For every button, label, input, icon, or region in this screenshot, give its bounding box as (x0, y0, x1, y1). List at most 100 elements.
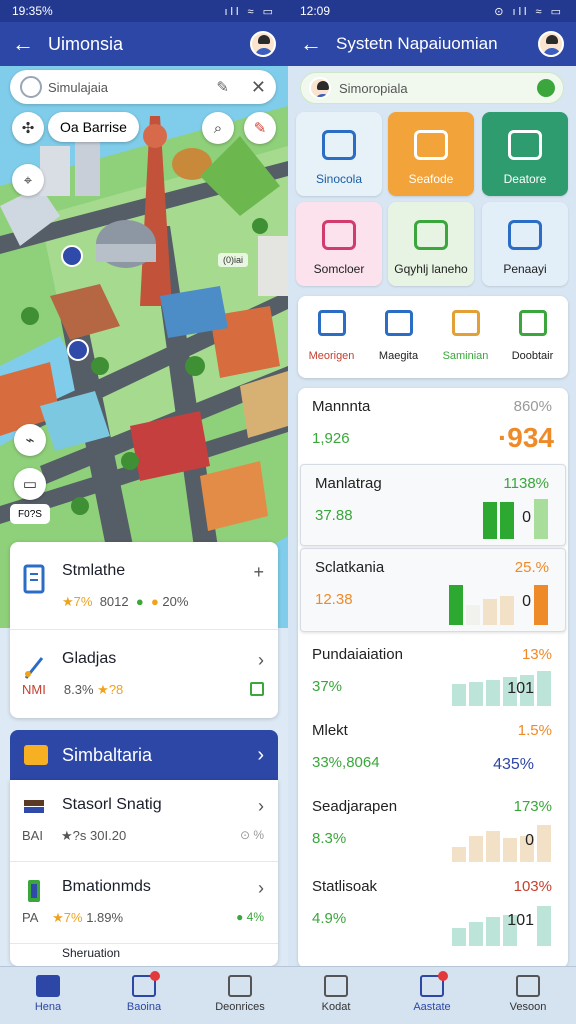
stat-percent: 1138% (503, 475, 549, 492)
mini-bar (486, 831, 500, 862)
map-search-input[interactable]: Simulajaia ✎ ✕ (10, 70, 276, 104)
stat-value: 1,926 (312, 430, 350, 447)
stat-percent: 13% (521, 646, 552, 663)
back-arrow-icon[interactable]: ← (12, 31, 48, 57)
category-row: Meorigen Maegita Saminian Doobtair (298, 296, 568, 378)
mini-bar (537, 825, 551, 862)
tile-2[interactable]: Deatore (482, 112, 568, 196)
mini-bar (452, 684, 466, 706)
chevron-right-icon[interactable]: › (258, 796, 264, 817)
close-icon[interactable]: ✕ (251, 77, 266, 98)
mini-bar (486, 917, 500, 946)
check-icon (250, 682, 264, 696)
category-label: Maegita (378, 350, 419, 362)
nav-label: Vesoon (509, 1001, 547, 1013)
category-item[interactable]: Doobtair (499, 296, 566, 378)
stat-row[interactable]: Statlisoak 103% 4.9% 101 (298, 868, 568, 952)
home-icon (36, 975, 60, 997)
nav-item[interactable]: Baoina (96, 967, 192, 1024)
list-item-meta: PA ★7% 1.89% (22, 910, 124, 925)
right-panel: 12:09 ⊙ ıll ≈ ▭ ← Systetn Napaiuomian Si… (288, 0, 576, 1024)
compass-icon[interactable]: ⌖ (12, 164, 44, 196)
nav-item[interactable]: Kodat (288, 967, 384, 1024)
stat-row[interactable]: Manlatrag 1138% 37.88 0 (300, 464, 566, 546)
search-input[interactable]: Simoropiala (300, 72, 564, 104)
category-item[interactable]: Meorigen (298, 296, 365, 378)
nav-item[interactable]: Vesoon (480, 967, 576, 1024)
tile-1[interactable]: Seafode (388, 112, 474, 196)
tile-label: Gqyhlj laneho (394, 262, 468, 276)
list-item-meta: NMI 8.3% ★?8 (22, 682, 124, 697)
nav-item[interactable]: Deonrices (192, 967, 288, 1024)
bank-icon (322, 220, 356, 250)
stat-percent: 173% (513, 798, 552, 815)
device-icon[interactable]: ▭ (14, 468, 46, 500)
stat-number: 0 (525, 832, 534, 849)
device-icon (508, 220, 542, 250)
mini-bar (534, 499, 548, 539)
pen-icon[interactable]: ✎ (244, 112, 276, 144)
category-item[interactable]: Maegita (365, 296, 432, 378)
bottom-nav: Hena Baoina Deonrices Kodat Aastate Vesoon (0, 966, 576, 1024)
mic-icon[interactable]: ✎ (216, 78, 229, 96)
stat-title: Sclatkania (315, 559, 385, 576)
avatar[interactable] (250, 31, 276, 57)
left-panel: 19:35% ıll ≈ ▭ ← Uimonsia (0)iai Simulaj… (0, 0, 288, 1024)
back-arrow-icon[interactable]: ← (300, 31, 336, 57)
summary-card: Stmlathe ★7% 8012 ● ● 20% + Gladjas NMI … (10, 542, 278, 718)
tile-label: Somcloer (313, 262, 365, 276)
location-icon (20, 76, 42, 98)
stat-row[interactable]: Mannnta 860% 1,926 ·934 (298, 388, 568, 464)
mini-bar (466, 605, 480, 625)
layers-button[interactable]: ✣ (12, 112, 44, 144)
mini-bar-chart (449, 581, 551, 625)
chevron-right-icon[interactable]: › (258, 650, 264, 671)
list-item[interactable]: Sheruation (10, 944, 278, 966)
stat-row[interactable]: Sclatkania 25.% 12.38 0 (300, 548, 566, 632)
stat-row[interactable]: Pundaiaiation 13% 37% 101 (298, 636, 568, 712)
tile-4[interactable]: Gqyhlj laneho (388, 202, 474, 286)
search-placeholder: Simoropiala (339, 80, 408, 96)
mini-bar (537, 906, 551, 946)
add-icon[interactable]: + (253, 562, 264, 583)
list-item[interactable]: Stasorl Snatig BAI ★?s 30I.20 › ⊙ % (10, 780, 278, 862)
stat-percent: 103% (513, 878, 552, 895)
chevron-right-icon[interactable]: › (258, 878, 264, 899)
bench-icon (414, 220, 448, 250)
stat-big-number: ·934 (497, 422, 554, 453)
nav-label: Deonrices (215, 1001, 265, 1013)
category-item[interactable]: Saminian (432, 296, 499, 378)
avatar[interactable] (538, 31, 564, 57)
stat-number: 435% (493, 756, 534, 773)
search-icon[interactable]: ⌕ (202, 112, 234, 144)
map-place-tag[interactable]: (0)iai (218, 253, 248, 267)
nav-label: Aastate (413, 1001, 451, 1013)
avatar (309, 77, 331, 99)
mini-bar (483, 599, 497, 625)
list-item[interactable]: Gladjas NMI 8.3% ★?8 › (10, 630, 278, 718)
stat-title: Seadjarapen (312, 798, 398, 815)
list-item[interactable]: Bmationmds PA ★7% 1.89% › ● 4% (10, 862, 278, 944)
compass-icon (516, 975, 540, 997)
nav-item[interactable]: Hena (0, 967, 96, 1024)
tile-0[interactable]: Sinocola (296, 112, 382, 196)
stat-percent: 25.% (514, 559, 549, 576)
stat-row[interactable]: Seadjarapen 173% 8.3% 0 (298, 788, 568, 868)
stat-row[interactable]: Mlekt 1.5% 33%,8064 435% (298, 712, 568, 788)
map-location-chip[interactable]: Oa Barrise (48, 112, 139, 142)
app-bar: ← Uimonsia (0, 22, 288, 66)
stat-title: Mannnta (312, 398, 371, 415)
section-header[interactable]: Simbaltaria › (10, 730, 278, 780)
tile-5[interactable]: Penaayi (482, 202, 568, 286)
mini-bar (500, 502, 514, 539)
leaf-icon[interactable] (537, 79, 555, 97)
tool-icon[interactable]: ⌁ (14, 424, 46, 456)
stat-title: Manlatrag (315, 475, 382, 492)
map-search-placeholder: Simulajaia (48, 79, 108, 95)
tile-3[interactable]: Somcloer (296, 202, 382, 286)
cloud-icon (508, 130, 542, 160)
app-title: Systetn Napaiuomian (336, 34, 498, 53)
nav-item[interactable]: Aastate (384, 967, 480, 1024)
list-item[interactable]: Stmlathe ★7% 8012 ● ● 20% + (10, 542, 278, 630)
nav-label: Kodat (321, 1001, 351, 1013)
